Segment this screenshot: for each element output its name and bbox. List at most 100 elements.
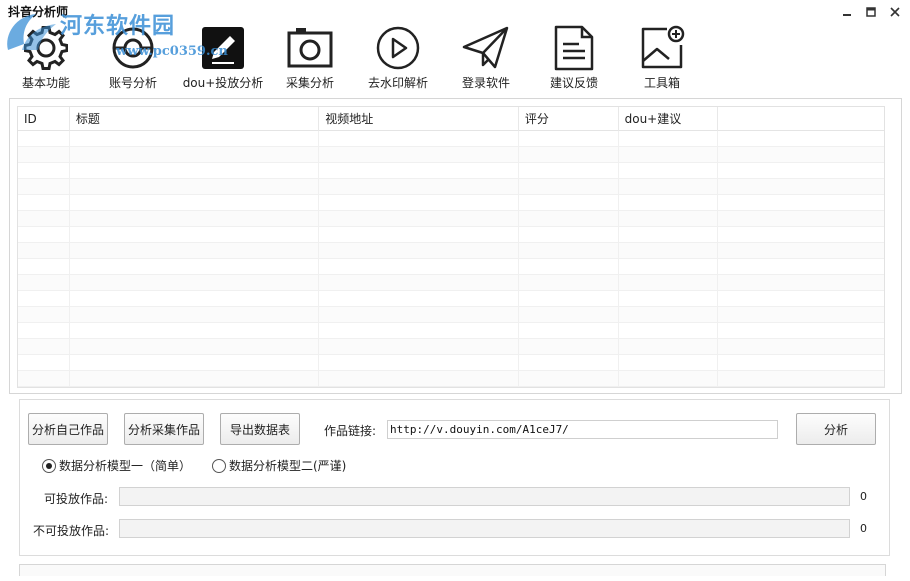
minimize-icon <box>843 14 851 16</box>
app-title: 抖音分析师 <box>8 5 69 19</box>
table-cell <box>619 147 719 163</box>
table-cell <box>519 371 619 387</box>
table-cell <box>319 275 519 291</box>
table-cell <box>319 371 519 387</box>
work-url-input[interactable]: http://v.douyin.com/A1ceJ7/ <box>387 420 778 439</box>
table-row[interactable] <box>18 275 884 291</box>
table-cell <box>70 259 320 275</box>
close-button[interactable] <box>884 2 906 22</box>
table-row[interactable] <box>18 323 884 339</box>
table-cell <box>319 291 519 307</box>
tool-remove-watermark[interactable]: 去水印解析 <box>364 24 432 94</box>
radio-indicator[interactable] <box>42 458 56 473</box>
tool-dou-plus-analysis[interactable]: dou+投放分析 <box>183 24 263 94</box>
maximize-button[interactable] <box>860 2 882 22</box>
table-cell <box>519 291 619 307</box>
table-row[interactable] <box>18 195 884 211</box>
table-row[interactable] <box>18 211 884 227</box>
tool-basic-functions[interactable]: 基本功能 <box>18 24 74 94</box>
minimize-button[interactable] <box>836 2 858 22</box>
table-cell <box>70 195 320 211</box>
tool-label: 登录软件 <box>461 76 510 90</box>
table-cell <box>18 259 70 275</box>
table-row[interactable] <box>18 371 884 387</box>
table-cell <box>319 227 519 243</box>
table-cell <box>718 227 884 243</box>
column-header-dou-plus[interactable]: dou+建议 <box>619 107 719 131</box>
table-row[interactable] <box>18 243 884 259</box>
radio-indicator[interactable] <box>212 458 226 473</box>
table-cell <box>519 179 619 195</box>
table-cell <box>718 147 884 163</box>
table-cell <box>718 291 884 307</box>
table-row[interactable] <box>18 339 884 355</box>
table-cell <box>319 131 519 147</box>
table-cell <box>519 163 619 179</box>
table-row[interactable] <box>18 355 884 371</box>
table-cell <box>319 179 519 195</box>
table-row[interactable] <box>18 147 884 163</box>
table-row[interactable] <box>18 163 884 179</box>
table-cell <box>70 275 320 291</box>
table-cell <box>619 355 719 371</box>
table-row[interactable] <box>18 131 884 147</box>
table-cell <box>619 195 719 211</box>
column-header-video-url[interactable]: 视频地址 <box>319 107 519 131</box>
table-cell <box>718 163 884 179</box>
non-deliverable-count: 0 <box>860 522 867 535</box>
table-cell <box>70 323 320 339</box>
table-cell <box>619 275 719 291</box>
table-cell <box>18 163 70 179</box>
analyze-own-works-button[interactable]: 分析自己作品 <box>28 413 108 445</box>
document-icon <box>553 24 595 72</box>
table-cell <box>619 179 719 195</box>
table-cell <box>18 323 70 339</box>
radio-model-rigorous[interactable]: 数据分析模型二(严谨) <box>212 457 346 474</box>
column-header-score[interactable]: 评分 <box>519 107 619 131</box>
analyze-collected-works-button[interactable]: 分析采集作品 <box>124 413 204 445</box>
table-cell <box>18 211 70 227</box>
table-row[interactable] <box>18 179 884 195</box>
tool-account-analysis[interactable]: 账号分析 <box>104 24 162 94</box>
tool-label: 账号分析 <box>108 76 157 90</box>
tool-label: 建议反馈 <box>549 76 598 90</box>
tool-label: 去水印解析 <box>367 76 428 90</box>
table-cell <box>519 259 619 275</box>
table-cell <box>319 211 519 227</box>
results-grid[interactable]: ID 标题 视频地址 评分 dou+建议 <box>17 106 885 388</box>
table-row[interactable] <box>18 307 884 323</box>
table-cell <box>519 131 619 147</box>
table-cell <box>718 307 884 323</box>
table-row[interactable] <box>18 227 884 243</box>
table-cell <box>70 339 320 355</box>
table-row[interactable] <box>18 259 884 275</box>
table-cell <box>519 355 619 371</box>
tool-label: 采集分析 <box>285 76 334 90</box>
table-cell <box>18 179 70 195</box>
table-cell <box>619 163 719 179</box>
tool-login[interactable]: 登录软件 <box>458 24 514 94</box>
table-cell <box>519 211 619 227</box>
table-cell <box>70 147 320 163</box>
export-data-button[interactable]: 导出数据表 <box>220 413 300 445</box>
deliverable-count: 0 <box>860 490 867 503</box>
table-cell <box>619 371 719 387</box>
table-cell <box>18 355 70 371</box>
table-cell <box>319 307 519 323</box>
table-row[interactable] <box>18 291 884 307</box>
maximize-icon <box>866 7 876 17</box>
table-cell <box>319 147 519 163</box>
status-bar <box>19 564 886 576</box>
column-header-title[interactable]: 标题 <box>70 107 320 131</box>
url-label: 作品链接: <box>324 424 377 438</box>
table-cell <box>519 195 619 211</box>
tool-feedback[interactable]: 建议反馈 <box>546 24 602 94</box>
tool-collect-analysis[interactable]: 采集分析 <box>282 24 338 94</box>
analyze-button[interactable]: 分析 <box>796 413 876 445</box>
tool-toolbox[interactable]: 工具箱 <box>636 24 688 94</box>
table-cell <box>718 243 884 259</box>
table-cell <box>718 355 884 371</box>
radio-model-simple[interactable]: 数据分析模型一（简单） <box>42 457 191 474</box>
column-header-id[interactable]: ID <box>18 107 70 131</box>
table-cell <box>319 163 519 179</box>
